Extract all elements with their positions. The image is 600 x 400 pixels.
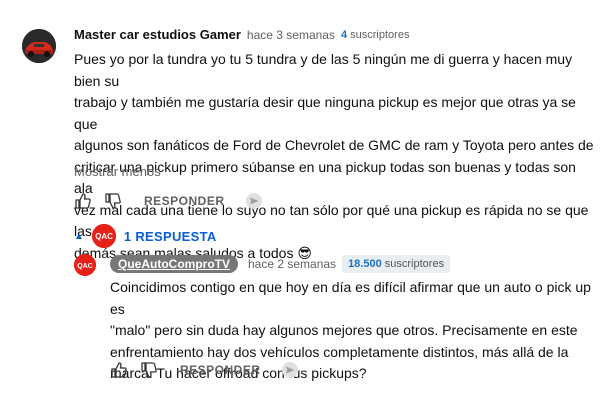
svg-text:QAC: QAC [77, 263, 93, 270]
commenter-avatar[interactable] [22, 29, 56, 63]
reply-button[interactable]: RESPONDER [144, 194, 225, 208]
like-icon[interactable] [110, 361, 128, 379]
reply-subs-count: 18.500 [348, 258, 382, 270]
channel-logo-icon: QAC [91, 224, 116, 248]
reply-line: "malo" pero sin duda hay algunos mejores… [110, 322, 578, 338]
reply-line: enfrentamiento hay dos vehículos complet… [110, 343, 569, 360]
channel-mini-avatar: QAC [91, 224, 116, 248]
comment-author[interactable]: Master car estudios Gamer [74, 27, 241, 42]
reply-header: QueAutoComproTV hace 2 semanas 18.500 su… [110, 255, 451, 273]
comment-line: Pues yo por la tundra yo tu 5 tundra y d… [74, 51, 573, 89]
dislike-icon[interactable] [140, 361, 158, 379]
replies-count-label[interactable]: 1 RESPUESTA [124, 229, 217, 244]
reply-avatar[interactable]: QAC [74, 254, 96, 276]
comment-line: trabajo y también me gustaría desir que … [74, 94, 576, 132]
reply-subscribers: 18.500 suscriptores [342, 255, 451, 273]
replies-toggle[interactable]: ▲ QAC 1 RESPUESTA [74, 224, 217, 248]
comment-subs-count: 4 [340, 28, 348, 41]
send-icon[interactable] [245, 192, 263, 210]
comment-actions: RESPONDER [74, 192, 263, 210]
send-icon[interactable] [281, 361, 299, 379]
car-avatar-icon [22, 29, 56, 63]
show-less-link[interactable]: Mostrar menos [74, 164, 161, 179]
svg-text:QAC: QAC [95, 232, 113, 241]
comment-subscribers: 4 suscriptores [341, 29, 409, 41]
reply-time[interactable]: hace 2 semanas [248, 257, 336, 271]
reply-subs-label: suscriptores [384, 258, 445, 270]
like-icon[interactable] [74, 192, 92, 210]
comment-line: algunos son fanáticos de Ford de Chevrol… [74, 137, 594, 153]
comment-header: Master car estudios Gamer hace 3 semanas… [74, 27, 409, 42]
collapse-arrow-icon[interactable]: ▲ [74, 231, 84, 242]
reply-line: Coincidimos contigo en que hoy en día es… [110, 279, 591, 317]
reply-author-chip[interactable]: QueAutoComproTV [110, 255, 238, 273]
comment-time[interactable]: hace 3 semanas [247, 28, 335, 42]
dislike-icon[interactable] [104, 192, 122, 210]
channel-logo-icon: QAC [74, 254, 96, 276]
reply-actions: RESPONDER [110, 361, 299, 379]
reply-button[interactable]: RESPONDER [180, 363, 261, 377]
comment-subs-label: suscriptores [350, 28, 410, 41]
